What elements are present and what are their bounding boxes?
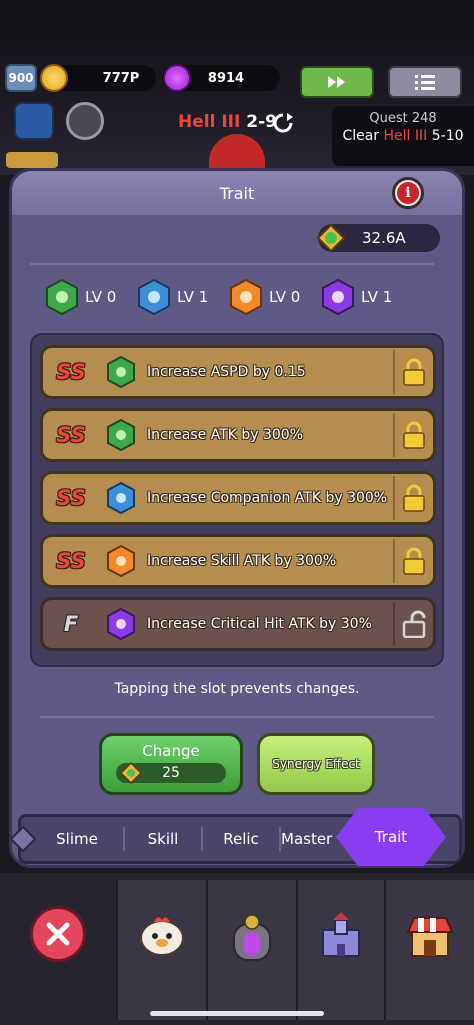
green-gem-icon (107, 356, 135, 388)
change-cost: 25 (116, 762, 226, 784)
trait-slot-2[interactable]: SS Increase ATK by 300% (40, 408, 436, 462)
home-indicator (150, 1011, 324, 1016)
purple-gem-level-label: LV 1 (361, 288, 393, 306)
portal-icon (233, 914, 271, 961)
tab-trait[interactable]: Trait (336, 808, 446, 866)
gem-icon (163, 64, 191, 92)
lock-closed-icon[interactable] (393, 350, 433, 394)
orange-gem-icon (230, 279, 262, 315)
orange-gem-level-label: LV 0 (269, 288, 301, 306)
quest-box[interactable]: Quest 248 Clear Hell III 5-10 (332, 106, 474, 166)
tab-master[interactable]: Master (281, 817, 347, 861)
trait-currency-value: 32.6A (362, 229, 406, 247)
nav-portal[interactable] (206, 880, 296, 1020)
slot-grade: SS (56, 486, 86, 510)
refresh-icon[interactable] (272, 112, 294, 134)
change-button[interactable]: Change 25 (99, 733, 243, 795)
tab-left-diamond-icon (10, 826, 36, 852)
nav-shop[interactable] (384, 880, 474, 1020)
tab-skill[interactable]: Skill (125, 817, 201, 861)
trait-slots-panel: SS Increase ASPD by 0.15 SS Increase ATK… (30, 333, 444, 667)
blue-gem-icon (107, 482, 135, 514)
green-gem-icon (107, 419, 135, 451)
fast-forward-icon (328, 76, 345, 88)
divider (40, 716, 434, 718)
tab-slime[interactable]: Slime (29, 817, 125, 861)
nav-castle[interactable] (296, 880, 384, 1020)
trait-slot-4[interactable]: SS Increase Skill ATK by 300% (40, 534, 436, 588)
nav-character[interactable] (116, 880, 206, 1020)
gem-value: 8914 (207, 70, 245, 86)
quest-description: Clear Hell III 5-10 (342, 128, 464, 144)
lock-closed-icon[interactable] (393, 413, 433, 457)
blue-gem-level: LV 1 (137, 279, 208, 315)
tab-relic[interactable]: Relic (203, 817, 279, 861)
orange-gem-level: LV 0 (229, 279, 300, 315)
dialog-title: Trait (219, 183, 255, 203)
player-level-badge[interactable]: 900 (5, 64, 37, 92)
green-gem-icon (46, 279, 78, 315)
slot-description: Increase Critical Hit ATK by 30% (147, 616, 372, 632)
info-icon: i (397, 182, 419, 204)
gem-level-row: LV 0 LV 1 LV 0 LV 1 (45, 279, 445, 315)
trait-stone-icon (316, 223, 346, 253)
purple-gem-icon (107, 608, 135, 640)
slot-grade: SS (56, 423, 86, 447)
gold-coin-icon (40, 64, 68, 92)
slot-grade: SS (56, 360, 86, 384)
stage-indicator: Hell III 2-9 (178, 112, 277, 132)
info-button[interactable]: i (392, 177, 424, 209)
orange-gem-icon (107, 545, 135, 577)
skills-shortcut-icon[interactable] (14, 102, 54, 140)
fast-forward-button[interactable] (300, 66, 374, 98)
lock-open-icon[interactable] (393, 602, 433, 646)
chest-badge[interactable] (6, 152, 58, 168)
change-label: Change (142, 742, 200, 760)
trait-currency: 32.6A (316, 223, 440, 253)
quest-title: Quest 248 (369, 111, 437, 126)
slot-description: Increase ASPD by 0.15 (147, 364, 306, 380)
lock-closed-icon[interactable] (393, 539, 433, 583)
lock-closed-icon[interactable] (393, 476, 433, 520)
synergy-effect-button[interactable]: Synergy Effect (257, 733, 375, 795)
menu-button[interactable] (388, 66, 462, 98)
slot-grade: SS (56, 549, 86, 573)
slot-description: Increase Skill ATK by 300% (147, 553, 337, 569)
castle-icon (322, 912, 360, 957)
green-gem-level: LV 0 (45, 279, 116, 315)
divider (30, 263, 434, 265)
blue-gem-level-label: LV 1 (177, 288, 209, 306)
close-button[interactable] (30, 906, 86, 962)
green-gem-level-label: LV 0 (85, 288, 117, 306)
menu-list-icon (415, 75, 435, 90)
trait-slot-3[interactable]: SS Increase Companion ATK by 300% (40, 471, 436, 525)
change-cost-value: 25 (162, 765, 180, 781)
trait-slot-1[interactable]: SS Increase ASPD by 0.15 (40, 345, 436, 399)
slot-grade: F (63, 612, 79, 636)
shop-icon (406, 917, 454, 957)
stage-difficulty: Hell III (178, 112, 241, 132)
slot-description: Increase ATK by 300% (147, 427, 304, 443)
close-icon (46, 922, 70, 946)
purple-gem-level: LV 1 (321, 279, 392, 315)
purple-gem-icon (322, 279, 354, 315)
trait-stone-icon (120, 762, 142, 784)
trait-slot-5[interactable]: F Increase Critical Hit ATK by 30% (40, 597, 436, 651)
chicken-icon (140, 917, 184, 956)
hint-text: Tapping the slot prevents changes. (114, 681, 360, 697)
slot-description: Increase Companion ATK by 300% (147, 490, 388, 506)
gold-value: 777P (102, 70, 140, 86)
blue-gem-icon (138, 279, 170, 315)
robot-helper-icon[interactable] (66, 102, 104, 140)
